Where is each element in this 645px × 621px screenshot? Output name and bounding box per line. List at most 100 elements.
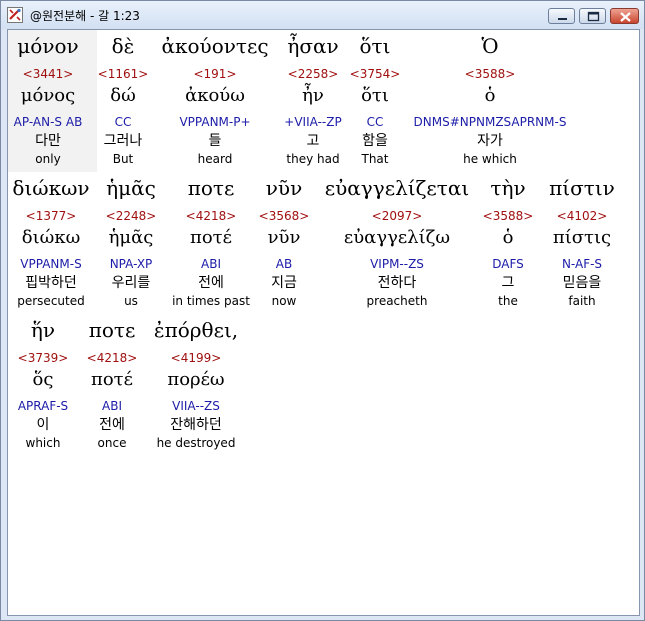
- korean-gloss: 자가: [477, 133, 503, 149]
- parsing-code: NPA-XP: [109, 257, 153, 271]
- word-group[interactable]: ποτε <4218> ποτέ ABI 전에 in times past: [168, 174, 254, 314]
- parsing-code: VPPANM-S: [20, 257, 82, 271]
- parsing-code: VIPM--ZS: [370, 257, 424, 271]
- greek-word: ποτε: [187, 176, 235, 200]
- english-gloss: the: [498, 294, 518, 308]
- lemma: πίστις: [552, 227, 612, 248]
- greek-word: πίστιν: [549, 176, 615, 200]
- word-group[interactable]: ὅτι <3754> ὅτι CC 함을 That: [346, 32, 404, 172]
- strong-number: <4218>: [86, 351, 138, 365]
- minimize-button[interactable]: [548, 8, 575, 24]
- english-gloss: they had: [286, 152, 340, 166]
- korean-gloss: 우리를: [111, 275, 151, 291]
- parsing-code: DAFS: [492, 257, 524, 271]
- word-group[interactable]: δὲ <1161> δώ CC 그러나 But: [91, 32, 155, 172]
- app-icon: [7, 7, 23, 23]
- word-group[interactable]: πίστιν <4102> πίστις N-AF-S 믿음을 faith: [542, 174, 622, 314]
- parsing-code: AP-AN-S AB: [13, 115, 83, 129]
- close-button[interactable]: [610, 8, 639, 24]
- english-gloss: preacheth: [366, 294, 428, 308]
- greek-word: ὅτι: [359, 34, 391, 58]
- lemma: ἦν: [302, 85, 324, 106]
- lemma: ὁ: [502, 227, 514, 248]
- lemma: μόνος: [20, 85, 76, 106]
- lemma: εὐαγγελίζω: [343, 227, 451, 248]
- strong-number: <3441>: [22, 67, 74, 81]
- greek-word: ἦσαν: [287, 34, 339, 58]
- lemma: ἀκούω: [185, 85, 245, 106]
- strong-number: <4102>: [556, 209, 608, 223]
- greek-word: εὐαγγελίζεται: [324, 176, 470, 200]
- english-gloss: now: [271, 294, 297, 308]
- english-gloss: he which: [463, 152, 517, 166]
- lemma: διώκω: [21, 227, 81, 248]
- greek-word: ἥν: [30, 318, 56, 342]
- word-group[interactable]: νῦν <3568> νῦν AB 지금 now: [256, 174, 312, 314]
- strong-number: <4199>: [170, 351, 222, 365]
- korean-gloss: 이: [36, 417, 50, 433]
- strong-number: <3754>: [349, 67, 401, 81]
- english-gloss: That: [361, 152, 389, 166]
- parsing-code: DNMS#NPNMZSAPRNM-S: [413, 115, 567, 129]
- strong-number: <3739>: [17, 351, 69, 365]
- word-group[interactable]: τὴν <3588> ὁ DAFS 그 the: [480, 174, 536, 314]
- lemma: ὅς: [32, 369, 54, 390]
- maximize-button[interactable]: [579, 8, 606, 24]
- korean-gloss: 함을: [362, 133, 388, 149]
- korean-gloss: 고: [306, 133, 320, 149]
- lemma: πορέω: [167, 369, 225, 390]
- greek-word: Ὁ: [481, 34, 499, 58]
- english-gloss: But: [112, 152, 134, 166]
- strong-number: <3588>: [464, 67, 516, 81]
- lemma: ἡμᾶς: [108, 227, 154, 248]
- english-gloss: heard: [197, 152, 233, 166]
- english-gloss: persecuted: [17, 294, 85, 308]
- korean-gloss: 지금: [271, 275, 297, 291]
- greek-word: ἡμᾶς: [106, 176, 156, 200]
- lemma: ὅτι: [361, 85, 389, 106]
- english-gloss: which: [25, 436, 61, 450]
- korean-gloss: 잔해하던: [170, 417, 222, 433]
- korean-gloss: 전에: [198, 275, 224, 291]
- parsing-code: VIIA--ZS: [172, 399, 220, 413]
- lemma: ποτέ: [91, 369, 133, 390]
- strong-number: <4218>: [185, 209, 237, 223]
- english-gloss: faith: [568, 294, 596, 308]
- greek-word: ἀκούοντες: [161, 34, 269, 58]
- korean-gloss: 다만: [35, 133, 61, 149]
- strong-number: <3568>: [258, 209, 310, 223]
- korean-gloss: 핍박하던: [25, 275, 77, 291]
- word-group[interactable]: ἡμᾶς <2248> ἡμᾶς NPA-XP 우리를 us: [96, 174, 166, 314]
- parsing-code: CC: [114, 115, 132, 129]
- word-group[interactable]: Ὁ <3588> ὁ DNMS#NPNMZSAPRNM-S 자가 he whic…: [408, 32, 572, 172]
- english-gloss: only: [35, 152, 61, 166]
- english-gloss: us: [124, 294, 138, 308]
- english-gloss: once: [97, 436, 127, 450]
- word-group[interactable]: διώκων <1377> διώκω VPPANM-S 핍박하던 persec…: [10, 174, 92, 314]
- parsing-code: ABI: [102, 399, 122, 413]
- parsing-code: APRAF-S: [17, 399, 69, 413]
- title-bar[interactable]: @원전분해 - 갈 1:23: [1, 1, 644, 29]
- window-title: @원전분해 - 갈 1:23: [30, 9, 140, 23]
- parsing-code: VPPANM-P+: [179, 115, 251, 129]
- korean-gloss: 믿음을: [562, 275, 602, 291]
- word-group[interactable]: μόνον <3441> μόνος AP-AN-S AB 다만 only: [12, 32, 84, 172]
- greek-word: νῦν: [265, 176, 303, 200]
- strong-number: <3588>: [482, 209, 534, 223]
- word-group[interactable]: ἀκούοντες <191> ἀκούω VPPANM-P+ 들 heard: [158, 32, 272, 172]
- parsing-code: CC: [366, 115, 384, 129]
- app-window: @원전분해 - 갈 1:23 μόνον <3441> μόνος AP-AN-…: [0, 0, 645, 621]
- word-group[interactable]: εὐαγγελίζεται <2097> εὐαγγελίζω VIPM--ZS…: [314, 174, 480, 314]
- word-group[interactable]: ἦσαν <2258> ἦν +VIIA--ZP 고 they had: [278, 32, 348, 172]
- word-group[interactable]: ποτε <4218> ποτέ ABI 전에 once: [80, 316, 144, 456]
- strong-number: <2258>: [287, 67, 339, 81]
- korean-gloss: 들: [208, 133, 222, 149]
- interlinear-view[interactable]: μόνον <3441> μόνος AP-AN-S AB 다만 only δὲ…: [7, 29, 640, 616]
- greek-word: ποτε: [88, 318, 136, 342]
- greek-word: ἐπόρθει,: [153, 318, 239, 342]
- strong-number: <2097>: [371, 209, 423, 223]
- korean-gloss: 그: [501, 275, 515, 291]
- word-group[interactable]: ἐπόρθει, <4199> πορέω VIIA--ZS 잔해하던 he d…: [146, 316, 246, 456]
- lemma: δώ: [110, 85, 136, 106]
- word-group[interactable]: ἥν <3739> ὅς APRAF-S 이 which: [10, 316, 76, 456]
